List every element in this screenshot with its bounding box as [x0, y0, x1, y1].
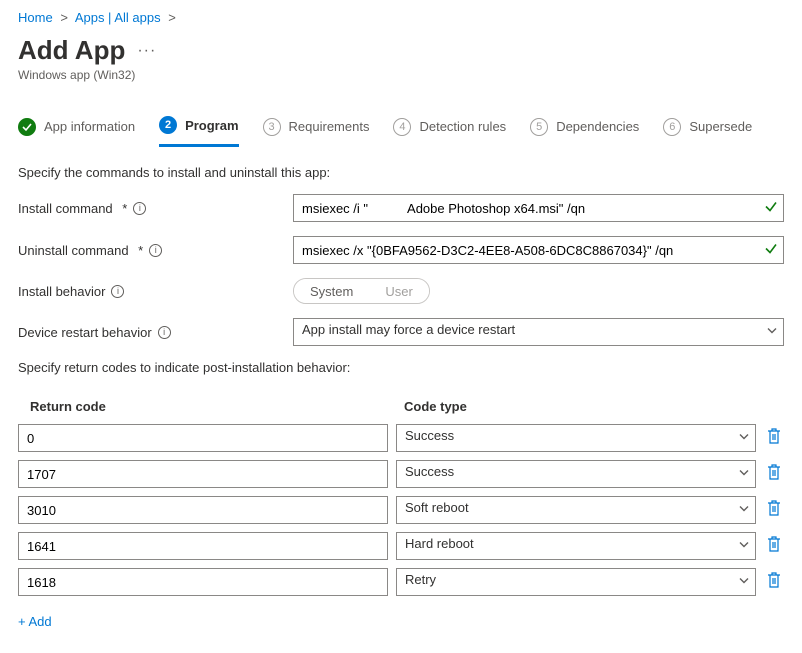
step-number-icon: 5: [530, 118, 548, 136]
tab-detection-rules[interactable]: 4 Detection rules: [393, 110, 506, 147]
info-icon[interactable]: i: [149, 244, 162, 257]
wizard-tabs: App information 2 Program 3 Requirements…: [18, 110, 784, 147]
uninstall-command-label: Uninstall command * i: [18, 243, 293, 258]
section-intro: Specify the commands to install and unin…: [18, 165, 784, 180]
uninstall-command-input[interactable]: [293, 236, 784, 264]
check-icon: [18, 118, 36, 136]
tab-requirements[interactable]: 3 Requirements: [263, 110, 370, 147]
code-type-select[interactable]: Soft reboot: [396, 496, 756, 524]
code-type-select[interactable]: Retry: [396, 568, 756, 596]
return-code-input[interactable]: [18, 496, 388, 524]
return-code-row: Soft reboot: [18, 496, 784, 524]
check-icon: [764, 200, 778, 217]
tab-label: Requirements: [289, 119, 370, 134]
delete-row-button[interactable]: [764, 464, 784, 484]
return-code-row: Retry: [18, 568, 784, 596]
return-codes-table: Return code Code type Success Success Soft…: [18, 393, 784, 596]
delete-row-button[interactable]: [764, 428, 784, 448]
return-code-input[interactable]: [18, 460, 388, 488]
trash-icon: [767, 500, 781, 520]
return-code-row: Success: [18, 460, 784, 488]
info-icon[interactable]: i: [111, 285, 124, 298]
breadcrumb-sep: >: [168, 10, 176, 25]
trash-icon: [767, 572, 781, 592]
tab-dependencies[interactable]: 5 Dependencies: [530, 110, 639, 147]
breadcrumb: Home > Apps | All apps >: [18, 10, 784, 25]
code-type-select[interactable]: Hard reboot: [396, 532, 756, 560]
info-icon[interactable]: i: [133, 202, 146, 215]
trash-icon: [767, 464, 781, 484]
return-code-row: Hard reboot: [18, 532, 784, 560]
install-behavior-label: Install behavior i: [18, 284, 293, 299]
add-return-code-link[interactable]: + Add: [18, 614, 52, 629]
delete-row-button[interactable]: [764, 572, 784, 592]
return-code-input[interactable]: [18, 532, 388, 560]
breadcrumb-home[interactable]: Home: [18, 10, 53, 25]
delete-row-button[interactable]: [764, 500, 784, 520]
page-subtitle: Windows app (Win32): [18, 68, 784, 82]
install-command-input[interactable]: [293, 194, 784, 222]
step-number-icon: 2: [159, 116, 177, 134]
tab-label: Supersede: [689, 119, 752, 134]
rc-header-code: Return code: [18, 399, 398, 414]
tab-label: App information: [44, 119, 135, 134]
tab-program[interactable]: 2 Program: [159, 110, 238, 147]
tab-label: Program: [185, 118, 238, 133]
return-code-input[interactable]: [18, 568, 388, 596]
restart-behavior-select[interactable]: App install may force a device restart: [293, 318, 784, 346]
more-actions-icon[interactable]: ···: [137, 42, 156, 60]
restart-behavior-label: Device restart behavior i: [18, 325, 293, 340]
check-icon: [764, 242, 778, 259]
trash-icon: [767, 428, 781, 448]
breadcrumb-apps[interactable]: Apps | All apps: [75, 10, 161, 25]
install-command-label: Install command * i: [18, 201, 293, 216]
return-code-row: Success: [18, 424, 784, 452]
install-behavior-user[interactable]: User: [369, 279, 428, 303]
step-number-icon: 3: [263, 118, 281, 136]
return-code-input[interactable]: [18, 424, 388, 452]
tab-supersede[interactable]: 6 Supersede: [663, 110, 752, 147]
step-number-icon: 4: [393, 118, 411, 136]
return-codes-intro: Specify return codes to indicate post-in…: [18, 360, 784, 375]
rc-header-type: Code type: [398, 399, 784, 414]
install-behavior-toggle: System User: [293, 278, 430, 304]
info-icon[interactable]: i: [158, 326, 171, 339]
breadcrumb-sep: >: [60, 10, 68, 25]
tab-label: Detection rules: [419, 119, 506, 134]
tab-app-information[interactable]: App information: [18, 110, 135, 147]
step-number-icon: 6: [663, 118, 681, 136]
trash-icon: [767, 536, 781, 556]
page-title: Add App: [18, 35, 125, 66]
install-behavior-system[interactable]: System: [294, 279, 369, 303]
delete-row-button[interactable]: [764, 536, 784, 556]
tab-label: Dependencies: [556, 119, 639, 134]
code-type-select[interactable]: Success: [396, 460, 756, 488]
code-type-select[interactable]: Success: [396, 424, 756, 452]
